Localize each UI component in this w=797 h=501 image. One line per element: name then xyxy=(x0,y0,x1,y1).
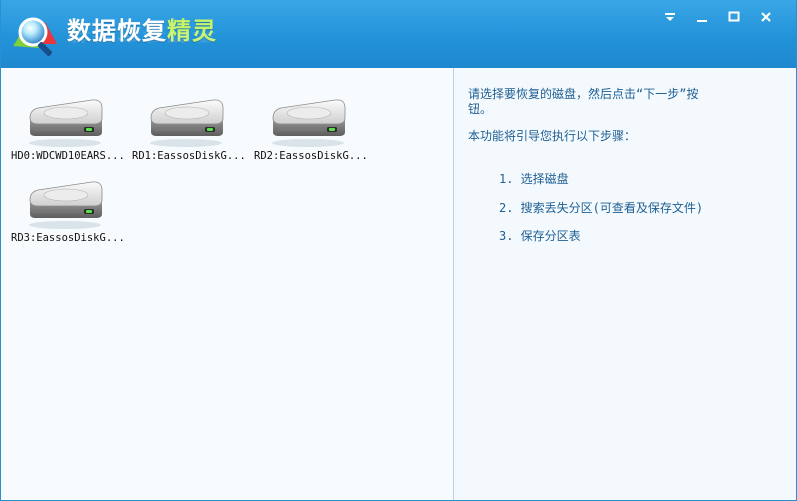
disk-label: RD2:EassosDiskG... xyxy=(254,150,368,162)
disk-label: RD1:EassosDiskG... xyxy=(132,150,246,162)
disk-label: RD3:EassosDiskG... xyxy=(11,232,125,244)
disk-label: HD0:WDCWD10EARS... xyxy=(11,150,125,162)
maximize-button[interactable] xyxy=(718,6,750,28)
step-3: 3. 保存分区表 xyxy=(499,229,581,243)
instruction-intro: 本功能将引导您执行以下步骤： xyxy=(468,129,637,143)
disk-item-rd1[interactable]: RD1:EassosDiskG... xyxy=(132,88,252,168)
instruction-text-line2: 钮。 xyxy=(468,102,493,116)
maximize-icon xyxy=(728,11,740,22)
hard-disk-icon xyxy=(145,88,227,148)
close-button[interactable] xyxy=(750,6,782,28)
app-title-reflection-main: 数据恢复 xyxy=(67,30,167,44)
window-controls xyxy=(654,6,782,28)
app-title-reflection-accent: 精灵 xyxy=(167,30,217,44)
instruction-text-line1: 请选择要恢复的磁盘，然后点击“下一步”按 xyxy=(468,87,699,101)
instructions-pane: 请选择要恢复的磁盘，然后点击“下一步”按 钮。 本功能将引导您执行以下步骤： 1… xyxy=(454,68,796,500)
step-1: 1. 选择磁盘 xyxy=(499,172,569,186)
disk-item-rd2[interactable]: RD2:EassosDiskG... xyxy=(254,88,374,168)
app-window: 数据恢复精灵 数据恢复精灵 HD0:WDCWD10EARS... RD1:Eas… xyxy=(0,0,797,501)
hard-disk-icon xyxy=(24,170,106,230)
app-title-reflection: 数据恢复精灵 xyxy=(67,30,217,46)
step-2: 2. 搜索丢失分区(可查看及保存文件) xyxy=(499,201,704,215)
disk-list-pane: HD0:WDCWD10EARS... RD1:EassosDiskG... RD… xyxy=(1,68,454,500)
disk-item-rd3[interactable]: RD3:EassosDiskG... xyxy=(11,170,131,250)
magnifier-logo-icon xyxy=(13,17,57,56)
title-bar: 数据恢复精灵 数据恢复精灵 xyxy=(1,0,796,68)
hard-disk-icon xyxy=(267,88,349,148)
dropdown-arrow-icon xyxy=(665,13,675,21)
disk-item-hd0[interactable]: HD0:WDCWD10EARS... xyxy=(11,88,131,168)
menu-button[interactable] xyxy=(654,6,686,28)
close-icon xyxy=(761,12,771,22)
minimize-button[interactable] xyxy=(686,6,718,28)
minimize-icon xyxy=(697,20,707,22)
hard-disk-icon xyxy=(24,88,106,148)
